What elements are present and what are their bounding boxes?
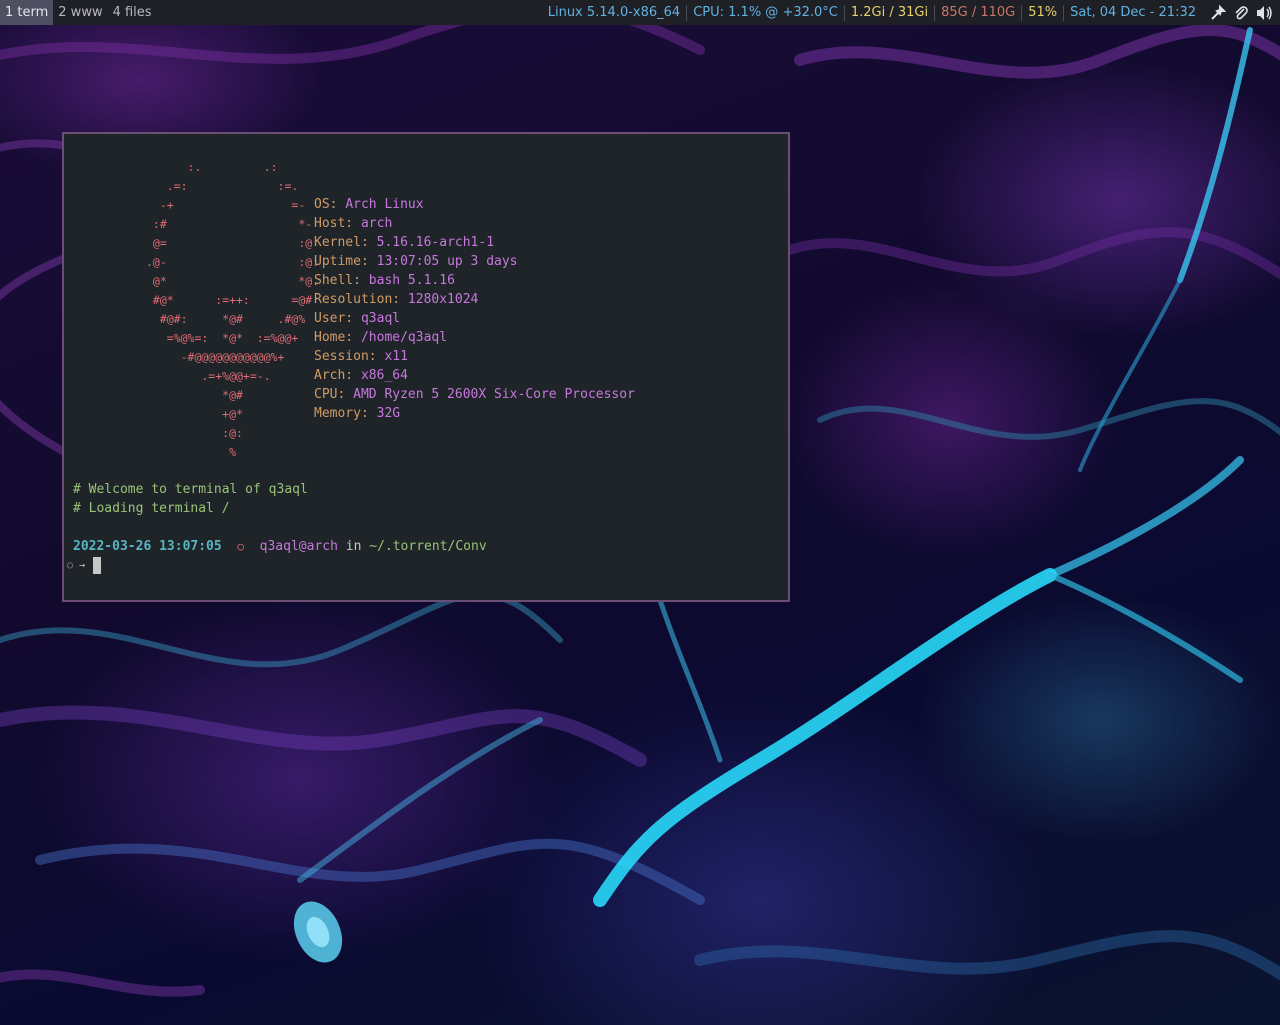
workspace-www[interactable]: 2 www: [53, 0, 107, 25]
prompt-dot-icon: ○: [237, 540, 244, 553]
info-value: 32G: [376, 406, 401, 421]
workspace-term[interactable]: 1 term: [0, 0, 54, 25]
info-value: 13:07:05 up 3 days: [376, 254, 518, 269]
info-row: CPU: AMD Ryzen 5 2600X Six-Core Processo…: [314, 385, 635, 404]
info-key: Uptime:: [314, 254, 377, 269]
disk-status: 85G / 110G: [935, 4, 1023, 21]
info-row: Uptime: 13:07:05 up 3 days: [314, 252, 635, 271]
system-info: OS: Arch Linux Host: arch Kernel: 5.16.1…: [314, 195, 635, 423]
info-row: OS: Arch Linux: [314, 195, 635, 214]
info-key: Shell:: [314, 273, 369, 288]
command-line[interactable]: ○ →: [67, 556, 102, 575]
info-key: Resolution:: [314, 292, 408, 307]
info-key: Host:: [314, 216, 361, 231]
terminal-window[interactable]: :. .: .=: :=. -+ =- :# *- @= :@ .@- :@: …: [62, 132, 790, 602]
speaker-icon[interactable]: [1256, 5, 1274, 21]
info-row: Memory: 32G: [314, 404, 635, 423]
info-key: Kernel:: [314, 235, 377, 250]
info-key: Arch:: [314, 368, 361, 383]
welcome-line: # Welcome to terminal of q3aql: [73, 482, 308, 497]
prompt-arrow-icon: →: [79, 560, 86, 571]
info-key: User:: [314, 311, 361, 326]
prompt-in: in: [337, 539, 370, 554]
info-row: Home: /home/q3aql: [314, 328, 635, 347]
info-value: x86_64: [360, 368, 408, 383]
datetime-status: Sat, 04 Dec - 21:32: [1070, 5, 1196, 20]
prompt-path: ~/.torrent/Conv: [369, 539, 487, 554]
battery-status: 51%: [1022, 4, 1065, 21]
prompt-circle-icon: ○: [67, 560, 74, 571]
info-value: q3aql: [360, 311, 401, 326]
info-row: Kernel: 5.16.16-arch1-1: [314, 233, 635, 252]
paperclip-icon[interactable]: [1233, 5, 1249, 21]
info-row: Arch: x86_64: [314, 366, 635, 385]
info-value: arch: [360, 216, 393, 231]
workspace-files[interactable]: 4 files: [108, 0, 157, 25]
text-cursor: [93, 557, 102, 574]
arch-ascii-logo: :. .: .=: :=. -+ =- :# *- @= :@ .@- :@: …: [146, 160, 320, 459]
memory-status: 1.2Gi / 31Gi: [845, 4, 936, 21]
info-value: AMD Ryzen 5 2600X Six-Core Processor: [353, 387, 635, 402]
info-key: Home:: [314, 330, 361, 345]
kernel-status: Linux 5.14.0-x86_64: [542, 4, 688, 21]
info-key: Session:: [314, 349, 385, 364]
info-key: OS:: [314, 197, 346, 212]
info-key: Memory:: [314, 406, 377, 421]
top-status-bar: 1 term 2 www 4 files Linux 5.14.0-x86_64…: [0, 0, 1280, 25]
info-value: Arch Linux: [345, 197, 424, 212]
info-value: 1280x1024: [407, 292, 479, 307]
loading-line: # Loading terminal /: [73, 501, 230, 516]
info-row: Host: arch: [314, 214, 635, 233]
status-area: Linux 5.14.0-x86_64 CPU: 1.1% @ +32.0°C …: [542, 0, 1280, 25]
prompt-user: q3aql@arch: [259, 539, 338, 554]
tools-icon[interactable]: [1210, 4, 1226, 21]
info-row: User: q3aql: [314, 309, 635, 328]
info-value: x11: [384, 349, 408, 364]
welcome-comments: # Welcome to terminal of q3aql # Loading…: [73, 480, 308, 518]
prompt-timestamp: 2022-03-26 13:07:05: [73, 539, 222, 554]
info-row: Resolution: 1280x1024: [314, 290, 635, 309]
tray-icons: [1202, 4, 1280, 21]
info-value: bash 5.1.16: [368, 273, 455, 288]
info-row: Shell: bash 5.1.16: [314, 271, 635, 290]
shell-prompt: 2022-03-26 13:07:05 ○ q3aql@arch in ~/.t…: [73, 537, 487, 556]
info-value: /home/q3aql: [360, 330, 448, 345]
info-value: 5.16.16-arch1-1: [376, 235, 495, 250]
cpu-status: CPU: 1.1% @ +32.0°C: [687, 4, 845, 21]
info-row: Session: x11: [314, 347, 635, 366]
info-key: CPU:: [314, 387, 354, 402]
